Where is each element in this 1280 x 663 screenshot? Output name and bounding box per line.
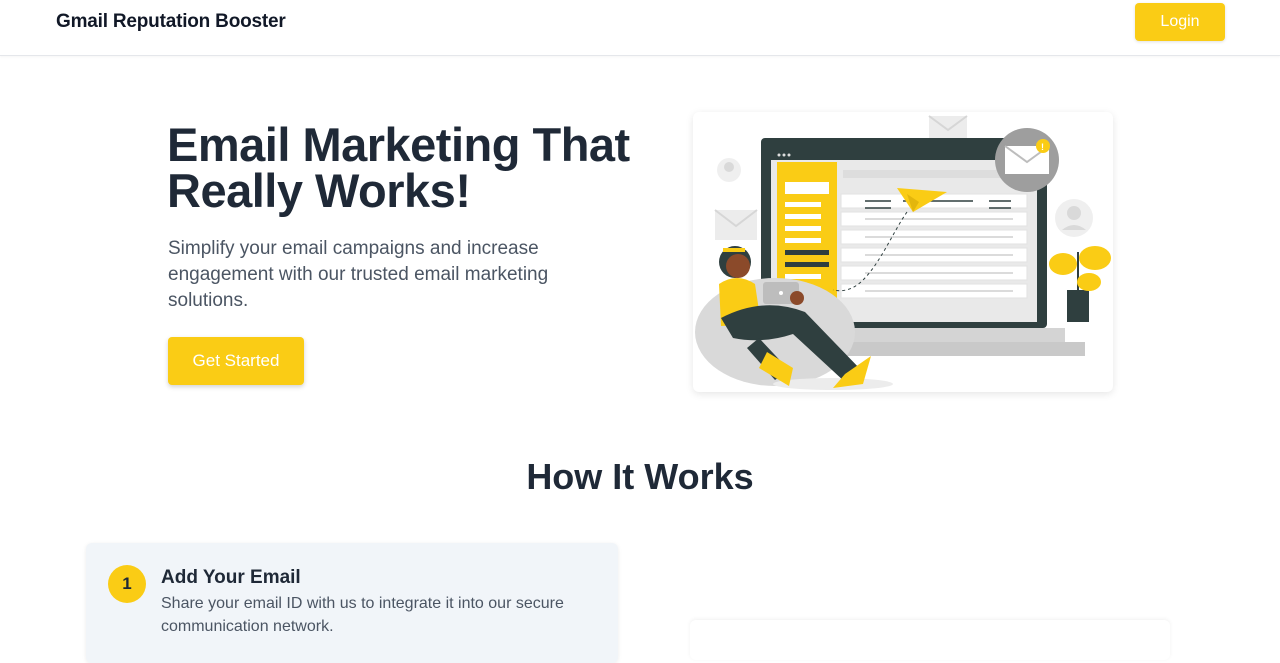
hero-title-line-2: Really Works! xyxy=(167,164,471,217)
svg-text:!: ! xyxy=(1041,142,1044,152)
hero-title: Email Marketing That Really Works! xyxy=(167,121,667,217)
how-it-works-title: How It Works xyxy=(526,456,754,497)
step-card: 1 Add Your Email Share your email ID wit… xyxy=(86,543,618,663)
step-number-badge: 1 xyxy=(108,565,146,603)
hero-subtitle: Simplify your email campaigns and increa… xyxy=(168,238,549,311)
hero-illustration: ! xyxy=(693,112,1113,392)
brand-logo-text[interactable]: Gmail Reputation Booster xyxy=(56,11,286,33)
email-marketing-illustration-icon: ! xyxy=(695,115,1111,390)
step-description: Share your email ID with us to integrate… xyxy=(161,595,564,635)
step-illustration-card xyxy=(690,620,1170,660)
step-title: Add Your Email xyxy=(161,567,301,588)
get-started-button[interactable]: Get Started xyxy=(168,337,304,385)
login-button[interactable]: Login xyxy=(1135,3,1225,41)
top-navbar: Gmail Reputation Booster Login xyxy=(0,0,1280,56)
